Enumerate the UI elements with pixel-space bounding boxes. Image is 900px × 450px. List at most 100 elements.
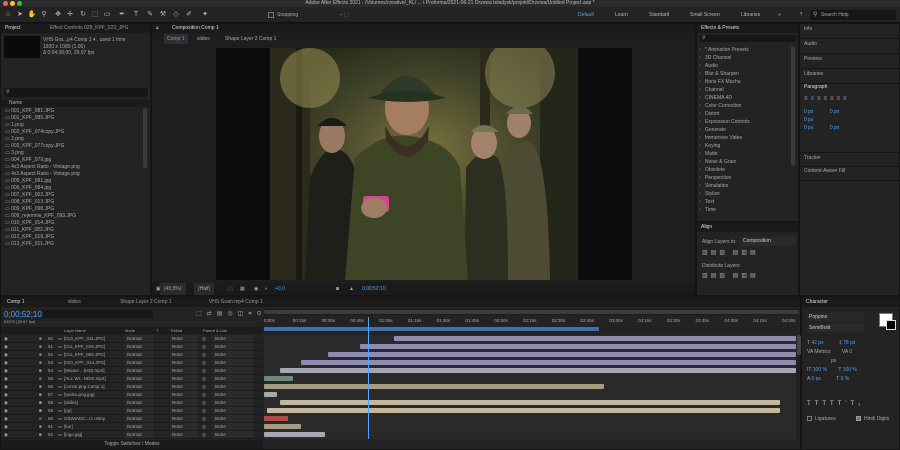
layer-label-color[interactable]: ■ <box>39 415 42 422</box>
time-navigator-bar[interactable] <box>264 310 799 314</box>
layer-row[interactable]: ◉ ■ 58 ▭ [slides] Normal None ◎ None <box>1 399 263 407</box>
project-file-item[interactable]: ▭ 008_KPF_013.JPG <box>1 199 151 206</box>
ligatures-checkbox[interactable] <box>807 416 812 421</box>
layer-trkmat-dropdown[interactable]: None <box>170 383 198 390</box>
effects-category[interactable]: › Blur & Sharpen <box>699 70 791 78</box>
col-mode[interactable]: Mode <box>125 327 135 334</box>
parent-pickwhip-icon[interactable]: ◎ <box>202 407 206 414</box>
parent-pickwhip-icon[interactable]: ◎ <box>202 351 206 358</box>
layer-parent-dropdown[interactable]: None <box>213 335 253 342</box>
layer-duration-bar[interactable] <box>266 408 781 413</box>
parent-pickwhip-icon[interactable]: ◎ <box>202 431 206 438</box>
time-ruler[interactable]: 0:00s 00:15s 00:30s 00:45s 01:00s 01:15s 01:30… <box>264 317 796 327</box>
layer-row[interactable]: ◉ ■ 62 ▭ [logo.jpg] Normal None ◎ None <box>1 431 263 439</box>
layer-duration-bar[interactable] <box>264 432 326 437</box>
timeline-search-input[interactable] <box>43 310 153 318</box>
project-scrollbar[interactable] <box>143 108 147 168</box>
effects-category[interactable]: › Generate <box>699 126 791 134</box>
layer-duration-bar[interactable] <box>301 360 796 365</box>
selection-tool-icon[interactable]: ➤ <box>15 10 25 20</box>
side-preview[interactable]: Preview <box>800 54 899 69</box>
snapping-checkbox[interactable] <box>268 12 274 18</box>
project-file-item[interactable]: ▭ 010_KPF_014.JPG <box>1 220 151 227</box>
tab-effect-controls[interactable]: Effect Controls 028_KPF_023_JPG <box>50 25 129 31</box>
camera-tool-icon[interactable]: ⬚ <box>90 10 100 20</box>
breadcrumb-comp1[interactable]: Comp 1 <box>164 34 188 44</box>
side-audio[interactable]: Audio <box>800 39 899 54</box>
layer-mode-dropdown[interactable]: Normal <box>125 383 153 390</box>
layer-trkmat-dropdown[interactable]: None <box>170 343 198 350</box>
snapping-options-icon[interactable]: ⌐ ⬚ <box>340 12 349 18</box>
workspace-menu-icon[interactable]: » <box>778 11 781 19</box>
snapshot-icon[interactable]: ◙ <box>336 283 339 295</box>
home-icon[interactable]: ⌂ <box>3 10 13 20</box>
layer-trkmat-dropdown[interactable]: None <box>170 359 198 366</box>
paragraph-align-buttons[interactable]: ≡≡≡≡≡≡≡ <box>804 96 850 102</box>
effects-category[interactable]: › Color Correction <box>699 102 791 110</box>
help-search-box[interactable]: ⚲ Search Help <box>810 10 896 20</box>
layer-label-color[interactable]: ■ <box>39 399 42 406</box>
stroke-unit[interactable]: px <box>831 358 836 364</box>
side-content-aware-fill[interactable]: Content-Aware Fill <box>800 166 900 181</box>
project-file-item[interactable]: ▭ 011_KPF_082.JPG <box>1 227 151 234</box>
parent-pickwhip-icon[interactable]: ◎ <box>202 359 206 366</box>
project-file-item[interactable]: ▭ 3.png <box>1 150 151 157</box>
project-file-item[interactable]: ▭ 4x3 Aspect Ratio - Vintage.png <box>1 164 151 171</box>
layer-parent-dropdown[interactable]: None <box>213 415 253 422</box>
layer-duration-bar[interactable] <box>264 424 302 429</box>
effects-category[interactable]: › Boris FX Mocha <box>699 78 791 86</box>
baseline-value[interactable]: 0 px <box>811 376 820 382</box>
effects-category[interactable]: › 3D Channel <box>699 54 791 62</box>
space-before[interactable]: 0 px <box>804 125 813 131</box>
layer-row[interactable]: ◉ ■ 50 ▭ [013_KPF_011.JPG] Normal None ◎ None <box>1 335 263 343</box>
rotate-tool-icon[interactable]: ↻ <box>78 10 88 20</box>
layer-label-color[interactable]: ■ <box>39 423 42 430</box>
zoom-tool-icon[interactable]: ⚲ <box>39 10 49 20</box>
effects-category[interactable]: › Time <box>699 206 791 214</box>
align-to-dropdown[interactable]: Composition <box>740 237 796 246</box>
effects-category[interactable]: › Noise & Grain <box>699 158 791 166</box>
layer-row[interactable]: ◉ ■ 55 ▭ [ALL WI...NDS!.mp4] Normal None ◎ None <box>1 375 263 383</box>
stroke-color-swatch[interactable] <box>886 320 896 330</box>
project-file-item[interactable]: ▭ 4x3 Aspect Ratio - Vintage.png <box>1 171 151 178</box>
move-tool-icon[interactable]: ✥ <box>53 10 63 20</box>
playhead[interactable] <box>367 317 369 439</box>
effects-category[interactable]: › * Animation Presets <box>699 46 791 54</box>
zoom-dropdown[interactable]: (45,5%) <box>160 283 186 295</box>
layer-mode-dropdown[interactable]: Normal <box>125 367 153 374</box>
project-file-item[interactable]: ▭ 009_KPF_098.JPG <box>1 206 151 213</box>
hand-tool-icon[interactable]: ✋ <box>27 10 37 20</box>
project-file-item[interactable]: ▭ 009_rejemnie_KPF_093.JPG <box>1 213 151 220</box>
space-after[interactable]: 0 px <box>830 125 839 131</box>
viewer-canvas[interactable] <box>216 48 632 280</box>
parent-pickwhip-icon[interactable]: ◎ <box>202 335 206 342</box>
toggle-switches-modes[interactable]: Toggle Switches / Modes <box>1 440 263 449</box>
vertical-scale-value[interactable]: 100 % <box>813 367 827 373</box>
col-layer-name[interactable]: Layer Name <box>64 327 86 334</box>
timeline-tab-shape-layer[interactable]: Shape Layer 2 Comp 1 <box>120 299 171 305</box>
layer-mode-dropdown[interactable]: Normal <box>125 375 153 382</box>
layer-label-color[interactable]: ■ <box>39 391 42 398</box>
layer-row[interactable]: ◉ ■ 61 ▭ [kar] Normal None ◎ None <box>1 423 263 431</box>
indent-right[interactable]: 0 px <box>830 109 839 115</box>
character-title[interactable]: Character <box>802 297 899 307</box>
layer-mode-dropdown[interactable]: Normal <box>125 335 153 342</box>
layer-trkmat-dropdown[interactable]: None <box>170 375 198 382</box>
timeline-tab-comp1[interactable]: Comp 1 <box>7 299 25 305</box>
layer-trkmat-dropdown[interactable]: None <box>170 335 198 342</box>
layer-parent-dropdown[interactable]: None <box>213 399 253 406</box>
layer-mode-dropdown[interactable]: Normal <box>125 423 153 430</box>
timeline-switches[interactable]: ⬚⇄▤◎◫⌗⊙ <box>196 310 267 318</box>
workspace-libraries[interactable]: Libraries <box>741 11 760 19</box>
text-style-buttons[interactable]: TTTTT'T₁ <box>807 401 864 407</box>
layer-label-color[interactable]: ■ <box>39 383 42 390</box>
workspace-learn[interactable]: Learn <box>615 11 628 19</box>
layer-duration-bar[interactable] <box>264 384 605 389</box>
effects-search-input[interactable]: ⚲ <box>700 35 796 42</box>
layer-duration-bar[interactable] <box>359 344 796 349</box>
tab-composition[interactable]: Composition Comp 1 <box>172 25 219 31</box>
effects-category[interactable]: › Obsolete <box>699 166 791 174</box>
brush-tool-icon[interactable]: ✎ <box>145 10 155 20</box>
layer-mode-dropdown[interactable]: Normal <box>125 407 153 414</box>
layer-row[interactable]: ◉ ■ 59 ▭ [pp] Normal None ◎ None <box>1 407 263 415</box>
